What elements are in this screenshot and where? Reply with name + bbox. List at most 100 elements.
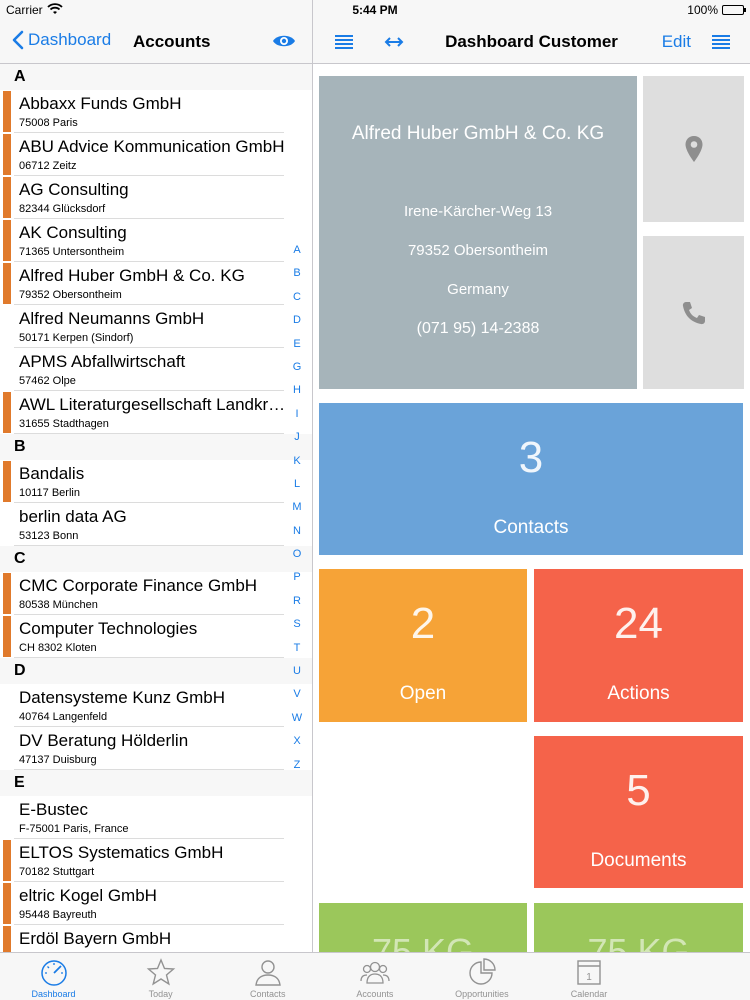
- documents-tile[interactable]: 5 Documents: [534, 736, 743, 888]
- account-row[interactable]: CMC Corporate Finance GmbH 80538 München: [0, 572, 312, 615]
- address-tile[interactable]: Alfred Huber GmbH & Co. KG Irene-Kärcher…: [319, 76, 637, 389]
- accounts-nav-bar: Dashboard Accounts: [0, 20, 312, 64]
- section-index[interactable]: ABCDEGHIJKLMNOPRSTUVWXZ: [287, 244, 307, 782]
- account-row[interactable]: Computer Technologies CH 8302 Kloten: [0, 615, 312, 658]
- city: 79352 Obersontheim: [407, 242, 549, 259]
- account-row[interactable]: Erdöl Bayern GmbH: [0, 925, 312, 952]
- calendar-day: 1: [586, 972, 592, 983]
- account-row[interactable]: DV Beratung Hölderlin 47137 Duisburg: [0, 727, 312, 770]
- contacts-tile[interactable]: 3 Contacts: [319, 403, 743, 555]
- account-name: Alfred Huber GmbH & Co. KG: [19, 266, 245, 285]
- index-letter[interactable]: A: [287, 244, 307, 267]
- index-letter[interactable]: C: [287, 291, 307, 314]
- open-tile[interactable]: 2 Open: [319, 569, 527, 722]
- back-button[interactable]: Dashboard: [12, 30, 111, 50]
- weight-tile-1[interactable]: 75 KG: [319, 903, 527, 952]
- index-letter[interactable]: X: [287, 735, 307, 758]
- actions-label: Actions: [607, 683, 670, 704]
- tab-calendar[interactable]: 1 Calendar: [535, 953, 642, 1000]
- battery-icon: [722, 5, 746, 15]
- index-letter[interactable]: N: [287, 525, 307, 548]
- index-letter[interactable]: R: [287, 595, 307, 618]
- index-letter[interactable]: K: [287, 455, 307, 478]
- account-row[interactable]: APMS Abfallwirtschaft 57462 Olpe: [0, 348, 312, 391]
- account-name: Erdöl Bayern GmbH: [19, 929, 172, 948]
- account-row[interactable]: Datensysteme Kunz GmbH 40764 Langenfeld: [0, 684, 312, 727]
- person-icon: [254, 960, 281, 986]
- actions-tile[interactable]: 24 Actions: [534, 569, 743, 722]
- index-letter[interactable]: G: [287, 361, 307, 384]
- index-letter[interactable]: E: [287, 338, 307, 361]
- tab-label: Contacts: [249, 989, 286, 999]
- country: Germany: [447, 281, 509, 298]
- account-address: 10117 Berlin: [19, 487, 80, 499]
- tab-today[interactable]: Today: [107, 953, 214, 1000]
- account-row[interactable]: Abbaxx Funds GmbH 75008 Paris: [0, 90, 312, 133]
- account-address: 50171 Kerpen (Sindorf): [19, 332, 134, 344]
- account-name: Datensysteme Kunz GmbH: [19, 688, 225, 707]
- weight-tile-2[interactable]: 75 KG: [534, 903, 743, 952]
- pie-chart-icon: [469, 958, 496, 985]
- contacts-label: Contacts: [493, 517, 569, 538]
- account-address: 80538 München: [19, 599, 98, 611]
- list-icon[interactable]: [333, 32, 355, 52]
- index-letter[interactable]: U: [287, 665, 307, 688]
- index-letter[interactable]: W: [287, 712, 307, 735]
- flag-marker: [3, 220, 11, 261]
- tab-dashboard[interactable]: Dashboard: [0, 953, 107, 1000]
- expand-horizontal-icon[interactable]: [383, 32, 405, 52]
- index-letter[interactable]: B: [287, 267, 307, 290]
- account-address: 06712 Zeitz: [19, 160, 77, 172]
- index-letter[interactable]: H: [287, 384, 307, 407]
- edit-button[interactable]: Edit: [662, 32, 691, 52]
- index-letter[interactable]: L: [287, 478, 307, 501]
- dashboard-nav-bar: Dashboard Customer Edit: [313, 20, 750, 64]
- tab-label: Today: [148, 989, 173, 999]
- flag-marker: [3, 461, 11, 502]
- account-name: Computer Technologies: [19, 619, 198, 638]
- account-name: ABU Advice Kommunication GmbH: [19, 137, 285, 156]
- flag-marker: [3, 840, 11, 881]
- eye-icon[interactable]: [272, 32, 296, 50]
- index-letter[interactable]: D: [287, 314, 307, 337]
- row-separator: [14, 545, 284, 546]
- index-letter[interactable]: J: [287, 431, 307, 454]
- index-letter[interactable]: I: [287, 408, 307, 431]
- account-name: eltric Kogel GmbH: [19, 886, 157, 905]
- index-letter[interactable]: V: [287, 688, 307, 711]
- company-name: Alfred Huber GmbH & Co. KG: [351, 123, 605, 144]
- index-letter[interactable]: O: [287, 548, 307, 571]
- account-row[interactable]: AG Consulting 82344 Glücksdorf: [0, 176, 312, 219]
- index-letter[interactable]: M: [287, 501, 307, 524]
- account-row[interactable]: Alfred Neumanns GmbH 50171 Kerpen (Sindor…: [0, 305, 312, 348]
- accounts-list[interactable]: A Abbaxx Funds GmbH 75008 Paris ABU Advice …: [0, 64, 312, 952]
- phone-tile[interactable]: [643, 236, 744, 389]
- account-row[interactable]: ABU Advice Kommunication GmbH 06712 Zeitz: [0, 133, 312, 176]
- street: Irene-Kärcher-Weg 13: [403, 203, 553, 220]
- account-name: DV Beratung Hölderlin: [19, 731, 189, 750]
- split-divider: [312, 0, 313, 952]
- index-letter[interactable]: Z: [287, 759, 307, 782]
- flag-marker: [3, 263, 11, 304]
- index-letter[interactable]: T: [287, 642, 307, 665]
- tab-accounts[interactable]: Accounts: [321, 953, 428, 1000]
- map-tile[interactable]: [643, 76, 744, 222]
- account-row[interactable]: berlin data AG 53123 Bonn: [0, 503, 312, 546]
- section-header: E: [0, 770, 312, 796]
- status-bar: Carrier 5:44 PM 100%: [0, 0, 750, 20]
- account-row[interactable]: AK Consulting 71365 Untersontheim: [0, 219, 312, 262]
- index-letter[interactable]: P: [287, 571, 307, 594]
- account-row[interactable]: E-Bustec F-75001 Paris, France: [0, 796, 312, 839]
- tab-opportunities[interactable]: Opportunities: [428, 953, 535, 1000]
- account-address: 31655 Stadthagen: [19, 418, 109, 430]
- tab-contacts[interactable]: Contacts: [214, 953, 321, 1000]
- account-row[interactable]: Alfred Huber GmbH & Co. KG 79352 Obersont…: [0, 262, 312, 305]
- account-name: AWL Literaturgesellschaft Landkr…: [19, 395, 286, 414]
- speedometer-icon: [40, 960, 67, 986]
- account-row[interactable]: eltric Kogel GmbH 95448 Bayreuth: [0, 882, 312, 925]
- account-row[interactable]: Bandalis 10117 Berlin: [0, 460, 312, 503]
- account-row[interactable]: ELTOS Systematics GmbH 70182 Stuttgart: [0, 839, 312, 882]
- menu-icon[interactable]: [710, 32, 732, 52]
- account-row[interactable]: AWL Literaturgesellschaft Landkr… 31655 S…: [0, 391, 312, 434]
- index-letter[interactable]: S: [287, 618, 307, 641]
